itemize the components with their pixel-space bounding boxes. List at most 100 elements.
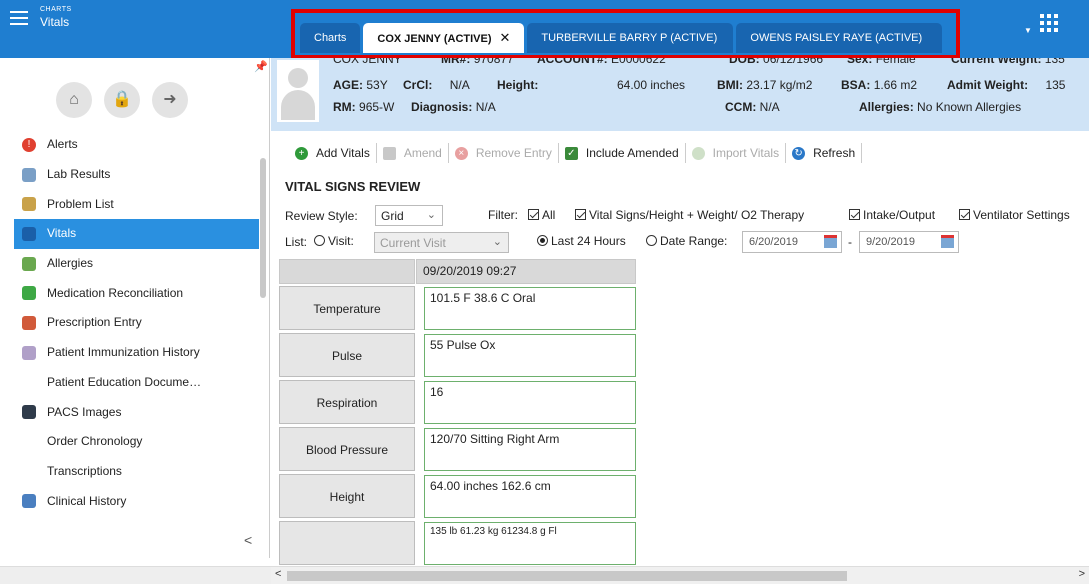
- lock-icon[interactable]: 🔒: [104, 82, 140, 118]
- import-icon: [691, 146, 705, 160]
- tabs-overflow-chevron-icon[interactable]: ▼: [1024, 26, 1032, 35]
- patient-banner: COX JENNY MR#: 970877 ACCOUNT#: E0000622…: [271, 58, 1089, 131]
- review-list-row: List: Visit: Current Visit ⌄ Last 24 Hour…: [285, 231, 1089, 253]
- tab-charts[interactable]: Charts: [300, 23, 361, 53]
- remove-icon: ×: [454, 146, 468, 160]
- scroll-left-icon[interactable]: <: [275, 568, 281, 580]
- sidebar-item-alerts[interactable]: ! Alerts: [14, 130, 259, 160]
- chevron-down-icon: ⌄: [426, 209, 436, 221]
- height-field: Height:: [497, 78, 539, 92]
- sidebar-item-problem-list[interactable]: Problem List: [14, 189, 259, 219]
- filter-ventilator-checkbox[interactable]: Ventilator Settings: [959, 208, 1070, 222]
- filter-intake-output-checkbox[interactable]: Intake/Output: [849, 208, 935, 222]
- filter-vitals-checkbox[interactable]: Vital Signs/Height + Weight/ O2 Therapy: [575, 208, 804, 222]
- horizontal-scrollbar[interactable]: < >: [271, 566, 1089, 584]
- row-label-height: Height: [279, 474, 415, 518]
- filter-all-checkbox[interactable]: All: [528, 208, 555, 222]
- calendar-icon[interactable]: [941, 235, 954, 248]
- remove-entry-button[interactable]: × Remove Entry: [449, 146, 558, 160]
- visit-radio[interactable]: Visit:: [314, 234, 354, 248]
- sidebar-item-label: Medication Reconciliation: [47, 285, 184, 300]
- tab-owens-paisley[interactable]: OWENS PAISLEY RAYE (ACTIVE): [736, 23, 943, 53]
- close-icon[interactable]: ✕: [500, 30, 511, 45]
- home-icon[interactable]: ⌂: [56, 82, 92, 118]
- sidebar-item-lab-results[interactable]: Lab Results: [14, 160, 259, 190]
- syringe-icon: [22, 345, 36, 360]
- import-vitals-button[interactable]: Import Vitals: [686, 146, 785, 160]
- collapse-sidebar-icon[interactable]: <: [244, 532, 252, 548]
- sidebar-item-medication-reconciliation[interactable]: Medication Reconciliation: [14, 278, 259, 308]
- vitals-toolbar: + Add Vitals Amend × Remove Entry ✓ Include…: [271, 138, 1089, 168]
- tab-label: COX JENNY (ACTIVE): [377, 33, 492, 45]
- pacs-icon: [22, 405, 36, 420]
- cell-blood-pressure[interactable]: 120/70 Sitting Right Arm: [424, 428, 636, 471]
- add-vitals-button[interactable]: + Add Vitals: [289, 146, 376, 160]
- dob-field: DOB: 06/12/1966: [729, 58, 824, 66]
- sidebar-item-label: Patient Immunization History: [47, 345, 200, 360]
- age-field: AGE: 53Y: [333, 78, 388, 92]
- sidebar-item-label: Transcriptions: [47, 463, 122, 478]
- avatar: [277, 60, 319, 122]
- sidebar-item-label: Clinical History: [47, 493, 127, 508]
- bmi-field: BMI: 23.17 kg/m2: [717, 78, 813, 92]
- sidebar-item-pacs-images[interactable]: PACS Images: [14, 397, 259, 427]
- sidebar-item-label: Vitals: [47, 226, 77, 241]
- sidebar-item-prescription-entry[interactable]: Prescription Entry: [14, 308, 259, 338]
- bsa-field: BSA: 1.66 m2: [841, 78, 918, 92]
- prescription-icon: [22, 315, 36, 330]
- scrollbar-thumb[interactable]: [287, 571, 847, 581]
- tab-cox-jenny[interactable]: COX JENNY (ACTIVE) ✕: [363, 23, 525, 53]
- sex-field: Sex: Female: [847, 58, 916, 66]
- sidebar-item-education[interactable]: Patient Education Docume…: [14, 368, 259, 398]
- tab-turberville-barry[interactable]: TURBERVILLE BARRY P (ACTIVE): [527, 23, 734, 53]
- last-24-hours-radio[interactable]: Last 24 Hours: [537, 234, 626, 248]
- date-to-input[interactable]: 9/20/2019: [859, 231, 959, 253]
- scroll-right-icon[interactable]: >: [1079, 568, 1085, 580]
- plus-icon: +: [295, 146, 308, 160]
- date-range-radio[interactable]: Date Range:: [646, 234, 727, 248]
- review-filter-row: Review Style: Grid ⌄ Filter: All Vital Si…: [285, 205, 1089, 227]
- row-label-pulse: Pulse: [279, 333, 415, 377]
- cell-weight[interactable]: 135 lb 61.23 kg 61234.8 g Fl: [424, 522, 636, 565]
- cell-height[interactable]: 64.00 inches 162.6 cm: [424, 475, 636, 518]
- vitals-grid: 09/20/2019 09:27 Temperature 101.5 F 38.…: [279, 259, 1089, 567]
- sidebar-item-order-chronology[interactable]: Order Chronology: [14, 427, 259, 457]
- patient-name: COX JENNY: [333, 58, 402, 66]
- row-label-temperature: Temperature: [279, 286, 415, 330]
- date-from-input[interactable]: 6/20/2019: [742, 231, 842, 253]
- allergies-field: Allergies: No Known Allergies: [859, 100, 1022, 114]
- hamburger-menu-icon[interactable]: [10, 11, 28, 25]
- sidebar-item-label: Prescription Entry: [47, 315, 142, 330]
- cell-respiration[interactable]: 16: [424, 381, 636, 424]
- ccm-field: CCM: N/A: [725, 100, 780, 114]
- row-label-blood-pressure: Blood Pressure: [279, 427, 415, 471]
- alert-icon: !: [22, 137, 36, 152]
- section-title: VITAL SIGNS REVIEW: [285, 179, 421, 194]
- calendar-icon[interactable]: [824, 235, 837, 248]
- amend-button[interactable]: Amend: [377, 146, 448, 160]
- pin-icon[interactable]: 📌: [254, 60, 268, 73]
- include-amended-button[interactable]: ✓ Include Amended: [559, 146, 685, 160]
- sidebar-item-allergies[interactable]: Allergies: [14, 249, 259, 279]
- sidebar-item-transcriptions[interactable]: Transcriptions: [14, 457, 259, 487]
- cell-pulse[interactable]: 55 Pulse Ox: [424, 334, 636, 377]
- sidebar-item-immunization-history[interactable]: Patient Immunization History: [14, 338, 259, 368]
- mr-field: MR#: 970877: [441, 58, 514, 66]
- grid-column-header: 09/20/2019 09:27: [416, 259, 636, 284]
- logout-icon[interactable]: ➜: [152, 82, 188, 118]
- review-style-select[interactable]: Grid ⌄: [375, 205, 443, 226]
- visit-select[interactable]: Current Visit ⌄: [374, 232, 509, 253]
- app-grid-icon[interactable]: [1040, 14, 1058, 32]
- sidebar-item-clinical-history[interactable]: Clinical History: [14, 486, 259, 516]
- sidebar-item-label: Patient Education Docume…: [47, 374, 202, 389]
- sidebar-item-vitals[interactable]: Vitals: [14, 219, 259, 249]
- sidebar-item-label: PACS Images: [47, 404, 122, 419]
- sidebar-item-label: Lab Results: [47, 167, 111, 182]
- list-label: List:: [285, 235, 308, 249]
- check-icon: ✓: [564, 146, 578, 160]
- flask-icon: [22, 167, 36, 182]
- cell-temperature[interactable]: 101.5 F 38.6 C Oral: [424, 287, 636, 330]
- refresh-button[interactable]: ↻ Refresh: [786, 146, 861, 160]
- sidebar: 📌 ⌂ 🔒 ➜ ! Alerts Lab Results Problem List…: [0, 58, 270, 558]
- sidebar-scrollbar[interactable]: [260, 158, 266, 298]
